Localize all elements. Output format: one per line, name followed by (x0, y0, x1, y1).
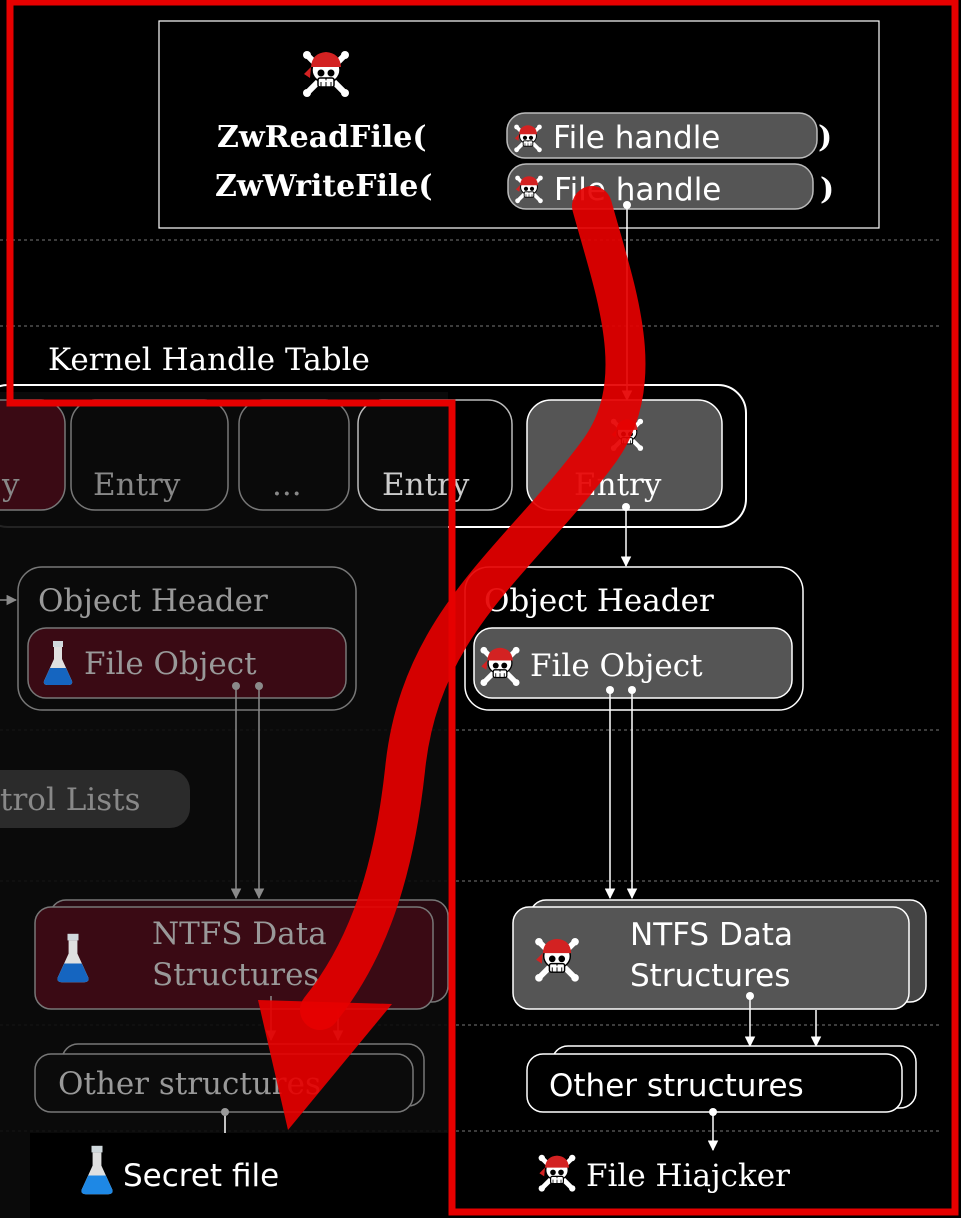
read-close-paren: ) (818, 120, 832, 155)
entry-label-2: ... (272, 467, 302, 503)
entry-label-3: Entry (382, 467, 470, 503)
acl-label: trol Lists (0, 782, 140, 818)
left-file-object-label: File Object (84, 646, 257, 682)
kernel-handle-table-title: Kernel Handle Table (48, 342, 370, 378)
right-other-label: Other structures (549, 1068, 804, 1104)
left-ntfs-line1: NTFS Data (152, 916, 327, 952)
pirate-skull-icon (539, 1155, 576, 1192)
right-ntfs-line1: NTFS Data (630, 917, 793, 953)
right-file-object-label: File Object (530, 648, 703, 684)
secret-file-label: Secret file (123, 1158, 279, 1194)
file-hijack-diagram: ZwReadFile( File handle ) ZwWriteFile( F… (0, 0, 959, 1218)
read-handle-label: File handle (553, 120, 720, 156)
left-object-header-label: Object Header (38, 583, 268, 619)
entry-label-1: Entry (93, 467, 181, 503)
zwreadfile-label: ZwReadFile( (217, 120, 427, 155)
write-close-paren: ) (820, 172, 834, 207)
left-ntfs-line2: Structures (152, 957, 319, 993)
entry-label-0: y (1, 467, 20, 503)
file-hijacker-label: File Hiajcker (586, 1158, 790, 1194)
zwwritefile-label: ZwWriteFile( (215, 169, 433, 204)
right-object-header-label: Object Header (484, 583, 714, 619)
right-ntfs-line2: Structures (630, 958, 790, 994)
